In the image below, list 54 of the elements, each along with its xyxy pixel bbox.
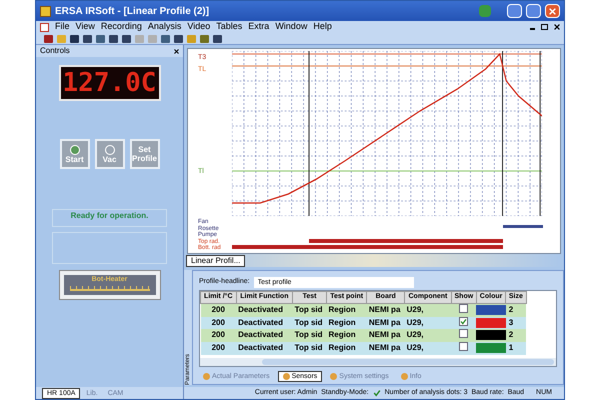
fan-bar bbox=[503, 225, 543, 228]
table-cell: Top sid bbox=[292, 342, 327, 354]
table-cell: Deactivated bbox=[236, 316, 293, 328]
table-cell: 2 bbox=[506, 328, 526, 342]
table-cell: U29, bbox=[404, 328, 452, 342]
table-cell: Top sid bbox=[292, 328, 327, 342]
table-cell: Region bbox=[326, 316, 367, 328]
table-cell: U29, bbox=[404, 303, 452, 316]
menu-item[interactable]: Extra bbox=[248, 20, 270, 34]
document-tab[interactable]: Linear Profil... bbox=[186, 255, 246, 267]
table-cell: Deactivated bbox=[236, 342, 293, 354]
close-icon[interactable] bbox=[174, 48, 179, 54]
horizontal-scrollbar[interactable] bbox=[200, 358, 556, 366]
panel-title: Controls bbox=[40, 45, 70, 57]
table-cell: U29, bbox=[404, 316, 452, 328]
table-cell: 3 bbox=[506, 316, 526, 328]
table-cell: NEMI pa bbox=[366, 328, 405, 342]
menu-item[interactable]: View bbox=[76, 20, 95, 34]
menu-item[interactable]: Window bbox=[275, 20, 308, 34]
table-cell: Top sid bbox=[292, 303, 327, 316]
table-cell: NEMI pa bbox=[366, 342, 405, 354]
menu-item[interactable]: Help bbox=[313, 20, 332, 34]
menu-item[interactable]: Video bbox=[187, 20, 210, 34]
table-cell: Region bbox=[326, 328, 367, 342]
restore-icon[interactable] bbox=[541, 24, 548, 30]
table-cell: 1 bbox=[506, 342, 526, 354]
temperature-reading: 127.0C bbox=[62, 70, 156, 96]
heater-coil-icon bbox=[70, 286, 150, 290]
table-cell: 200 bbox=[200, 303, 236, 316]
maximize-button[interactable] bbox=[526, 4, 541, 18]
menu-item[interactable]: Recording bbox=[100, 20, 142, 34]
menu-item[interactable]: File bbox=[55, 20, 70, 34]
minimize-button[interactable] bbox=[507, 4, 522, 18]
table-cell: Deactivated bbox=[236, 328, 293, 342]
table-cell: NEMI pa bbox=[366, 316, 405, 328]
app-logo-icon bbox=[40, 6, 51, 16]
table-cell: Top sid bbox=[292, 316, 327, 328]
table-cell: 200 bbox=[200, 328, 236, 342]
vacuum-icon bbox=[104, 144, 114, 154]
document-icon bbox=[40, 22, 49, 32]
table-cell: 200 bbox=[200, 316, 236, 328]
table-cell: Deactivated bbox=[236, 303, 293, 316]
menu-item[interactable]: Analysis bbox=[148, 20, 182, 34]
close-icon[interactable] bbox=[554, 24, 560, 30]
table-cell: Region bbox=[326, 303, 367, 316]
table-cell: NEMI pa bbox=[366, 303, 405, 316]
window-title: ERSA IRSoft - [Linear Profile (2)] bbox=[55, 4, 210, 18]
status-message: Ready for operation. bbox=[70, 210, 148, 222]
table-cell: 200 bbox=[200, 342, 236, 354]
table-cell: U29, bbox=[404, 342, 452, 354]
table-cell: Region bbox=[326, 342, 367, 354]
menu-item[interactable]: Tables bbox=[216, 20, 242, 34]
close-button[interactable] bbox=[545, 4, 560, 18]
table-cell: 2 bbox=[506, 303, 526, 316]
